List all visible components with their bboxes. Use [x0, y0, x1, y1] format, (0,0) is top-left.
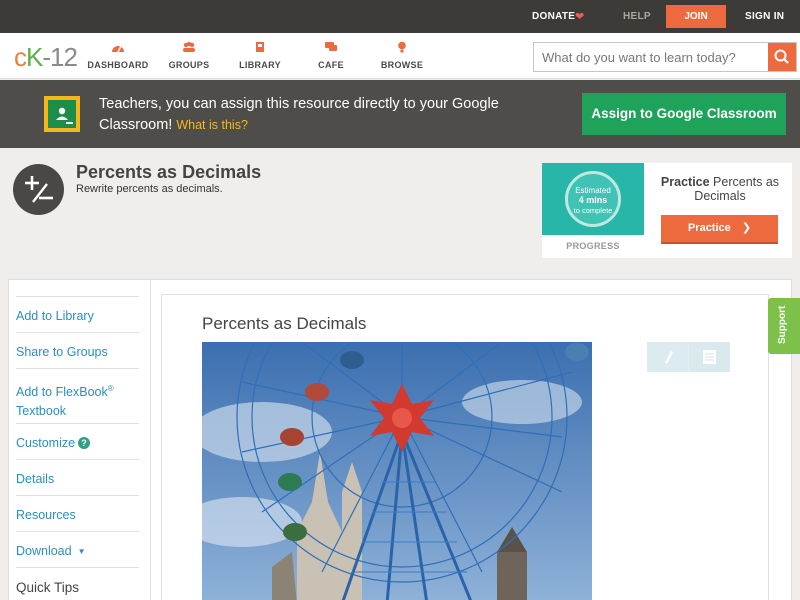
nav-library[interactable]: LIBRARY [225, 41, 295, 70]
practice-button[interactable]: Practice ❯ [661, 215, 778, 244]
sidebar-item-resources[interactable]: Resources [16, 495, 139, 525]
nav-browse[interactable]: BROWSE [367, 41, 437, 70]
estimated-minutes: 4 mins [578, 195, 608, 205]
search-bar [533, 42, 797, 72]
sidebar-item-customize[interactable]: Customize? [16, 423, 139, 453]
ferris-wheel-image [202, 342, 592, 600]
sidebar-item-add-to-library[interactable]: Add to Library [16, 296, 139, 326]
google-classroom-icon [44, 96, 80, 132]
chevron-right-icon: ❯ [741, 222, 752, 234]
practice-card: Estimated 4 mins to complete PROGRESS Pr… [542, 163, 792, 258]
sidebar-item-details[interactable]: Details [16, 459, 139, 489]
help-icon[interactable]: ? [78, 437, 91, 449]
page-subtitle: Rewrite percents as decimals. [76, 183, 223, 195]
sidebar-item-add-to-flexbook[interactable]: Add to FlexBook® Textbook [16, 368, 139, 421]
search-input[interactable] [534, 43, 769, 71]
dashboard-icon [112, 45, 124, 53]
google-classroom-banner: Teachers, you can assign this resource d… [0, 80, 800, 148]
join-button[interactable]: JOIN [666, 5, 726, 28]
to-complete-label: to complete [573, 206, 613, 215]
search-button[interactable] [768, 43, 796, 71]
notes-button[interactable] [689, 342, 730, 372]
content-title: Percents as Decimals [202, 314, 367, 333]
assign-to-google-classroom-button[interactable]: Assign to Google Classroom [582, 93, 786, 135]
pencil-icon [665, 351, 673, 364]
sidebar-item-download[interactable]: Download ▼ [16, 531, 139, 561]
sidebar: Add to Library Share to Groups Add to Fl… [8, 279, 151, 600]
heart-icon: ❤ [575, 11, 585, 23]
page-title: Percents as Decimals [76, 162, 262, 182]
top-bar: DONATE ❤ HELP JOIN SIGN IN [0, 0, 800, 33]
sign-in-link[interactable]: SIGN IN [745, 11, 784, 22]
plus-minus-icon [13, 164, 64, 215]
highlight-button[interactable] [647, 342, 688, 372]
browse-icon [398, 41, 406, 53]
cafe-icon [325, 42, 337, 51]
nav-cafe[interactable]: CAFE [296, 41, 366, 70]
search-icon [774, 49, 789, 64]
nav-groups[interactable]: GROUPS [154, 41, 224, 70]
estimated-label: Estimated [575, 186, 611, 195]
annotation-toolbar [647, 342, 730, 372]
help-link[interactable]: HELP [623, 11, 651, 22]
what-is-this-link[interactable]: What is this? [176, 118, 248, 132]
classroom-message: Teachers, you can assign this resource d… [99, 96, 499, 133]
estimated-time-badge: Estimated 4 mins to complete [542, 163, 644, 235]
sidebar-item-share-to-groups[interactable]: Share to Groups [16, 332, 139, 362]
main-nav: cK-12 DASHBOARD GROUPS LIBRARY CAFE BROW… [0, 33, 800, 79]
support-tab[interactable]: Support [768, 298, 800, 354]
groups-icon [183, 41, 195, 52]
sidebar-item-quick-tips[interactable]: Quick Tips [16, 567, 139, 597]
practice-title: Practice Percents as Decimals [660, 175, 780, 203]
caret-down-icon: ▼ [77, 547, 86, 556]
progress-label: PROGRESS [566, 241, 620, 251]
nav-dashboard[interactable]: DASHBOARD [83, 41, 153, 70]
donate-link[interactable]: DONATE [532, 11, 575, 22]
notes-icon [703, 350, 716, 364]
library-icon [256, 42, 264, 52]
ck12-logo[interactable]: cK-12 [14, 42, 78, 73]
